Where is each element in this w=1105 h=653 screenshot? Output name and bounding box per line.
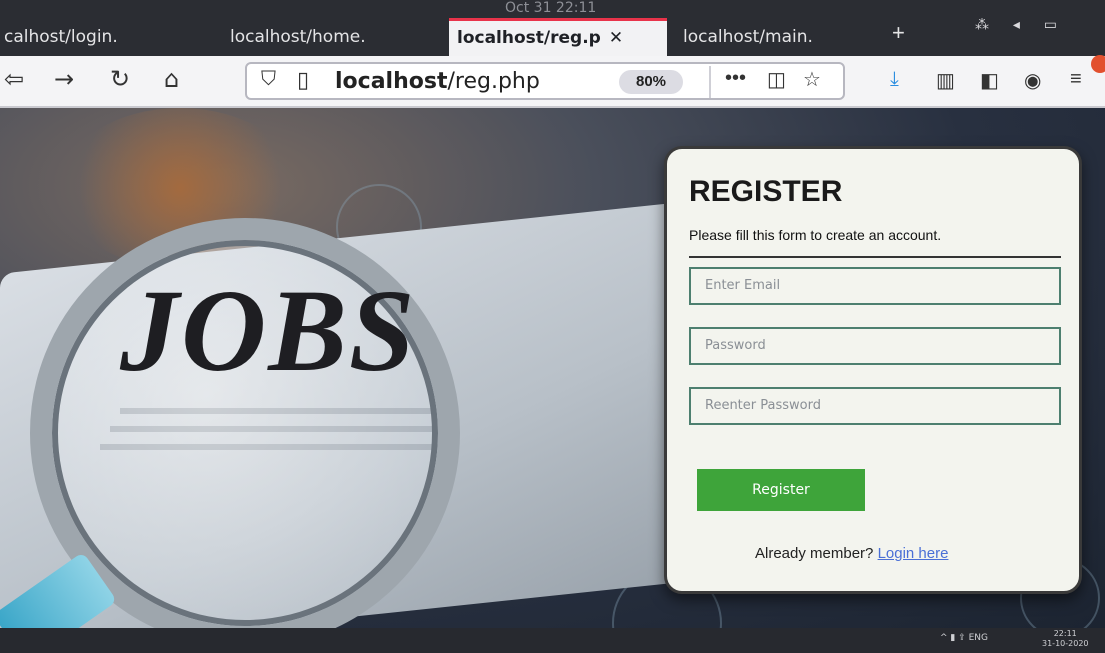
tab-label: calhost/login. [4, 27, 118, 47]
sidebar-icon[interactable]: ◧ [980, 68, 999, 93]
window-close-icon[interactable] [1091, 55, 1105, 73]
login-prompt: Already member? Login here [755, 545, 948, 562]
home-icon[interactable]: ⌂ [164, 65, 179, 93]
register-button[interactable]: Register [697, 469, 865, 511]
forward-icon[interactable]: → [54, 65, 74, 93]
close-icon[interactable]: ✕ [609, 28, 623, 48]
login-link[interactable]: Login here [878, 545, 949, 562]
download-icon[interactable]: ⤓ [890, 68, 899, 91]
navigation-toolbar: ⇦ → ↻ ⌂ ⛉ ▯ localhost/reg.php 80% ••• ◫ … [0, 56, 1105, 108]
zoom-level-button[interactable]: 80% [619, 70, 683, 94]
url-separator [709, 66, 711, 98]
star-icon[interactable]: ☆ [803, 67, 821, 92]
menu-icon[interactable]: ≡ [1070, 68, 1082, 91]
url-host: localhost [335, 69, 448, 94]
tab-label: localhost/reg.p [457, 28, 601, 48]
email-field[interactable]: Enter Email [689, 267, 1061, 305]
url-text[interactable]: localhost/reg.php [335, 69, 540, 94]
tab-login[interactable]: calhost/login. [0, 18, 181, 56]
tab-bar: Oct 31 22:11 calhost/login. localhost/ho… [0, 0, 1105, 56]
page-title: REGISTER [689, 175, 843, 208]
system-tray[interactable]: ^ ▮ ⇪ ENG [940, 633, 988, 643]
tab-label: localhost/main. [683, 27, 813, 47]
pocket-icon[interactable]: ◫ [767, 67, 786, 92]
tray-time: 22:11 [1053, 629, 1077, 638]
tab-home[interactable]: localhost/home. [222, 18, 427, 56]
taskbar: ^ ▮ ⇪ ENG 22:11 31-10-2020 [0, 628, 1105, 653]
address-bar[interactable]: ⛉ ▯ localhost/reg.php 80% ••• ◫ ☆ [245, 62, 845, 100]
tray-clock[interactable]: 22:11 31-10-2020 [1042, 629, 1089, 649]
login-prompt-text: Already member? [755, 545, 874, 562]
reload-icon[interactable]: ↻ [110, 65, 130, 93]
more-actions-icon[interactable]: ••• [725, 67, 746, 90]
register-card: REGISTER Please fill this form to create… [664, 146, 1082, 594]
library-icon[interactable]: ▥ [936, 68, 955, 93]
shield-icon[interactable]: ⛉ [261, 68, 276, 91]
divider [689, 256, 1061, 258]
page-content: JOBS REGISTER Please fill this form to c… [0, 108, 1105, 628]
back-icon[interactable]: ⇦ [4, 65, 24, 93]
tab-reg[interactable]: localhost/reg.p ✕ [449, 18, 667, 56]
tray-date: 31-10-2020 [1042, 639, 1089, 648]
network-icon: ⁂ ◂ ▭ [975, 16, 1068, 32]
new-tab-button[interactable]: + [892, 20, 905, 46]
reenter-password-field[interactable]: Reenter Password [689, 387, 1061, 425]
page-icon: ▯ [297, 67, 310, 92]
jobs-headline: JOBS [120, 265, 417, 396]
tab-label: localhost/home. [230, 27, 366, 47]
password-field[interactable]: Password [689, 327, 1061, 365]
form-subtitle: Please fill this form to create an accou… [689, 227, 942, 243]
system-clock: Oct 31 22:11 [505, 0, 597, 16]
account-icon[interactable]: ◉ [1024, 68, 1041, 93]
url-path: /reg.php [447, 69, 540, 94]
tab-main[interactable]: localhost/main. [675, 18, 875, 56]
